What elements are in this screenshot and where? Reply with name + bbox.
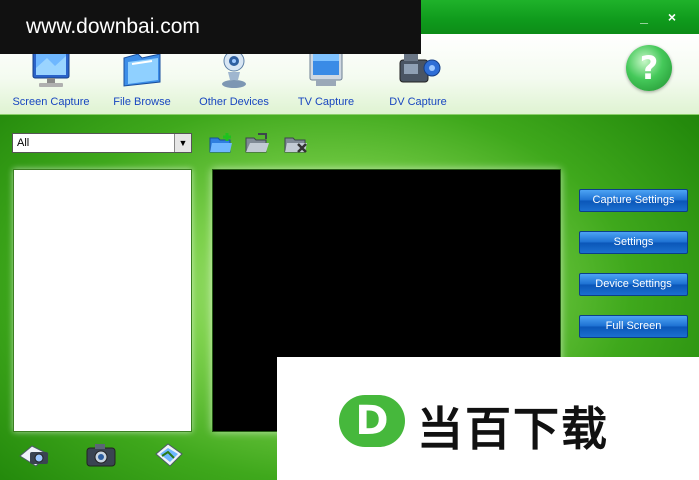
full-screen-button[interactable]: Full Screen <box>579 315 688 338</box>
watermark-banner: www.downbai.com <box>0 0 421 54</box>
watermark-logo-panel: D 当百下载 <box>277 357 699 480</box>
watermark-url: www.downbai.com <box>26 15 200 38</box>
other-devices-label: Other Devices <box>199 96 269 108</box>
dv-capture-button[interactable]: DV Capture <box>373 46 463 112</box>
app-window: _ × Screen Capture File Browse Other Dev… <box>0 0 699 480</box>
open-folder-icon[interactable] <box>244 130 270 156</box>
settings-button[interactable]: Settings <box>579 231 688 254</box>
device-settings-button[interactable]: Device Settings <box>579 273 688 296</box>
watermark-brand: 当百下载 <box>417 402 609 456</box>
snapshot-right-icon[interactable] <box>150 440 184 470</box>
snapshot-left-icon[interactable] <box>18 440 52 470</box>
tv-capture-button[interactable]: TV Capture <box>281 46 371 112</box>
camera-icon[interactable] <box>84 440 118 470</box>
file-list[interactable] <box>13 169 192 432</box>
help-button[interactable]: ? <box>626 45 672 91</box>
delete-folder-icon[interactable] <box>283 130 309 156</box>
watermark-logo: D <box>339 395 405 447</box>
other-devices-button[interactable]: Other Devices <box>189 46 279 112</box>
filter-select[interactable]: All ▼ <box>12 133 192 153</box>
file-browse-label: File Browse <box>113 96 171 108</box>
screen-capture-label: Screen Capture <box>12 96 90 108</box>
chevron-down-icon[interactable]: ▼ <box>174 134 191 152</box>
capture-settings-button[interactable]: Capture Settings <box>579 189 688 212</box>
file-browse-button[interactable]: File Browse <box>97 46 187 112</box>
dv-capture-label: DV Capture <box>389 96 447 108</box>
new-folder-icon[interactable] <box>208 130 234 156</box>
filter-selected-value: All <box>17 137 30 149</box>
close-button[interactable]: × <box>664 9 680 25</box>
tv-capture-label: TV Capture <box>297 96 355 108</box>
minimize-button[interactable]: _ <box>636 9 652 25</box>
screen-capture-button[interactable]: Screen Capture <box>6 46 96 112</box>
